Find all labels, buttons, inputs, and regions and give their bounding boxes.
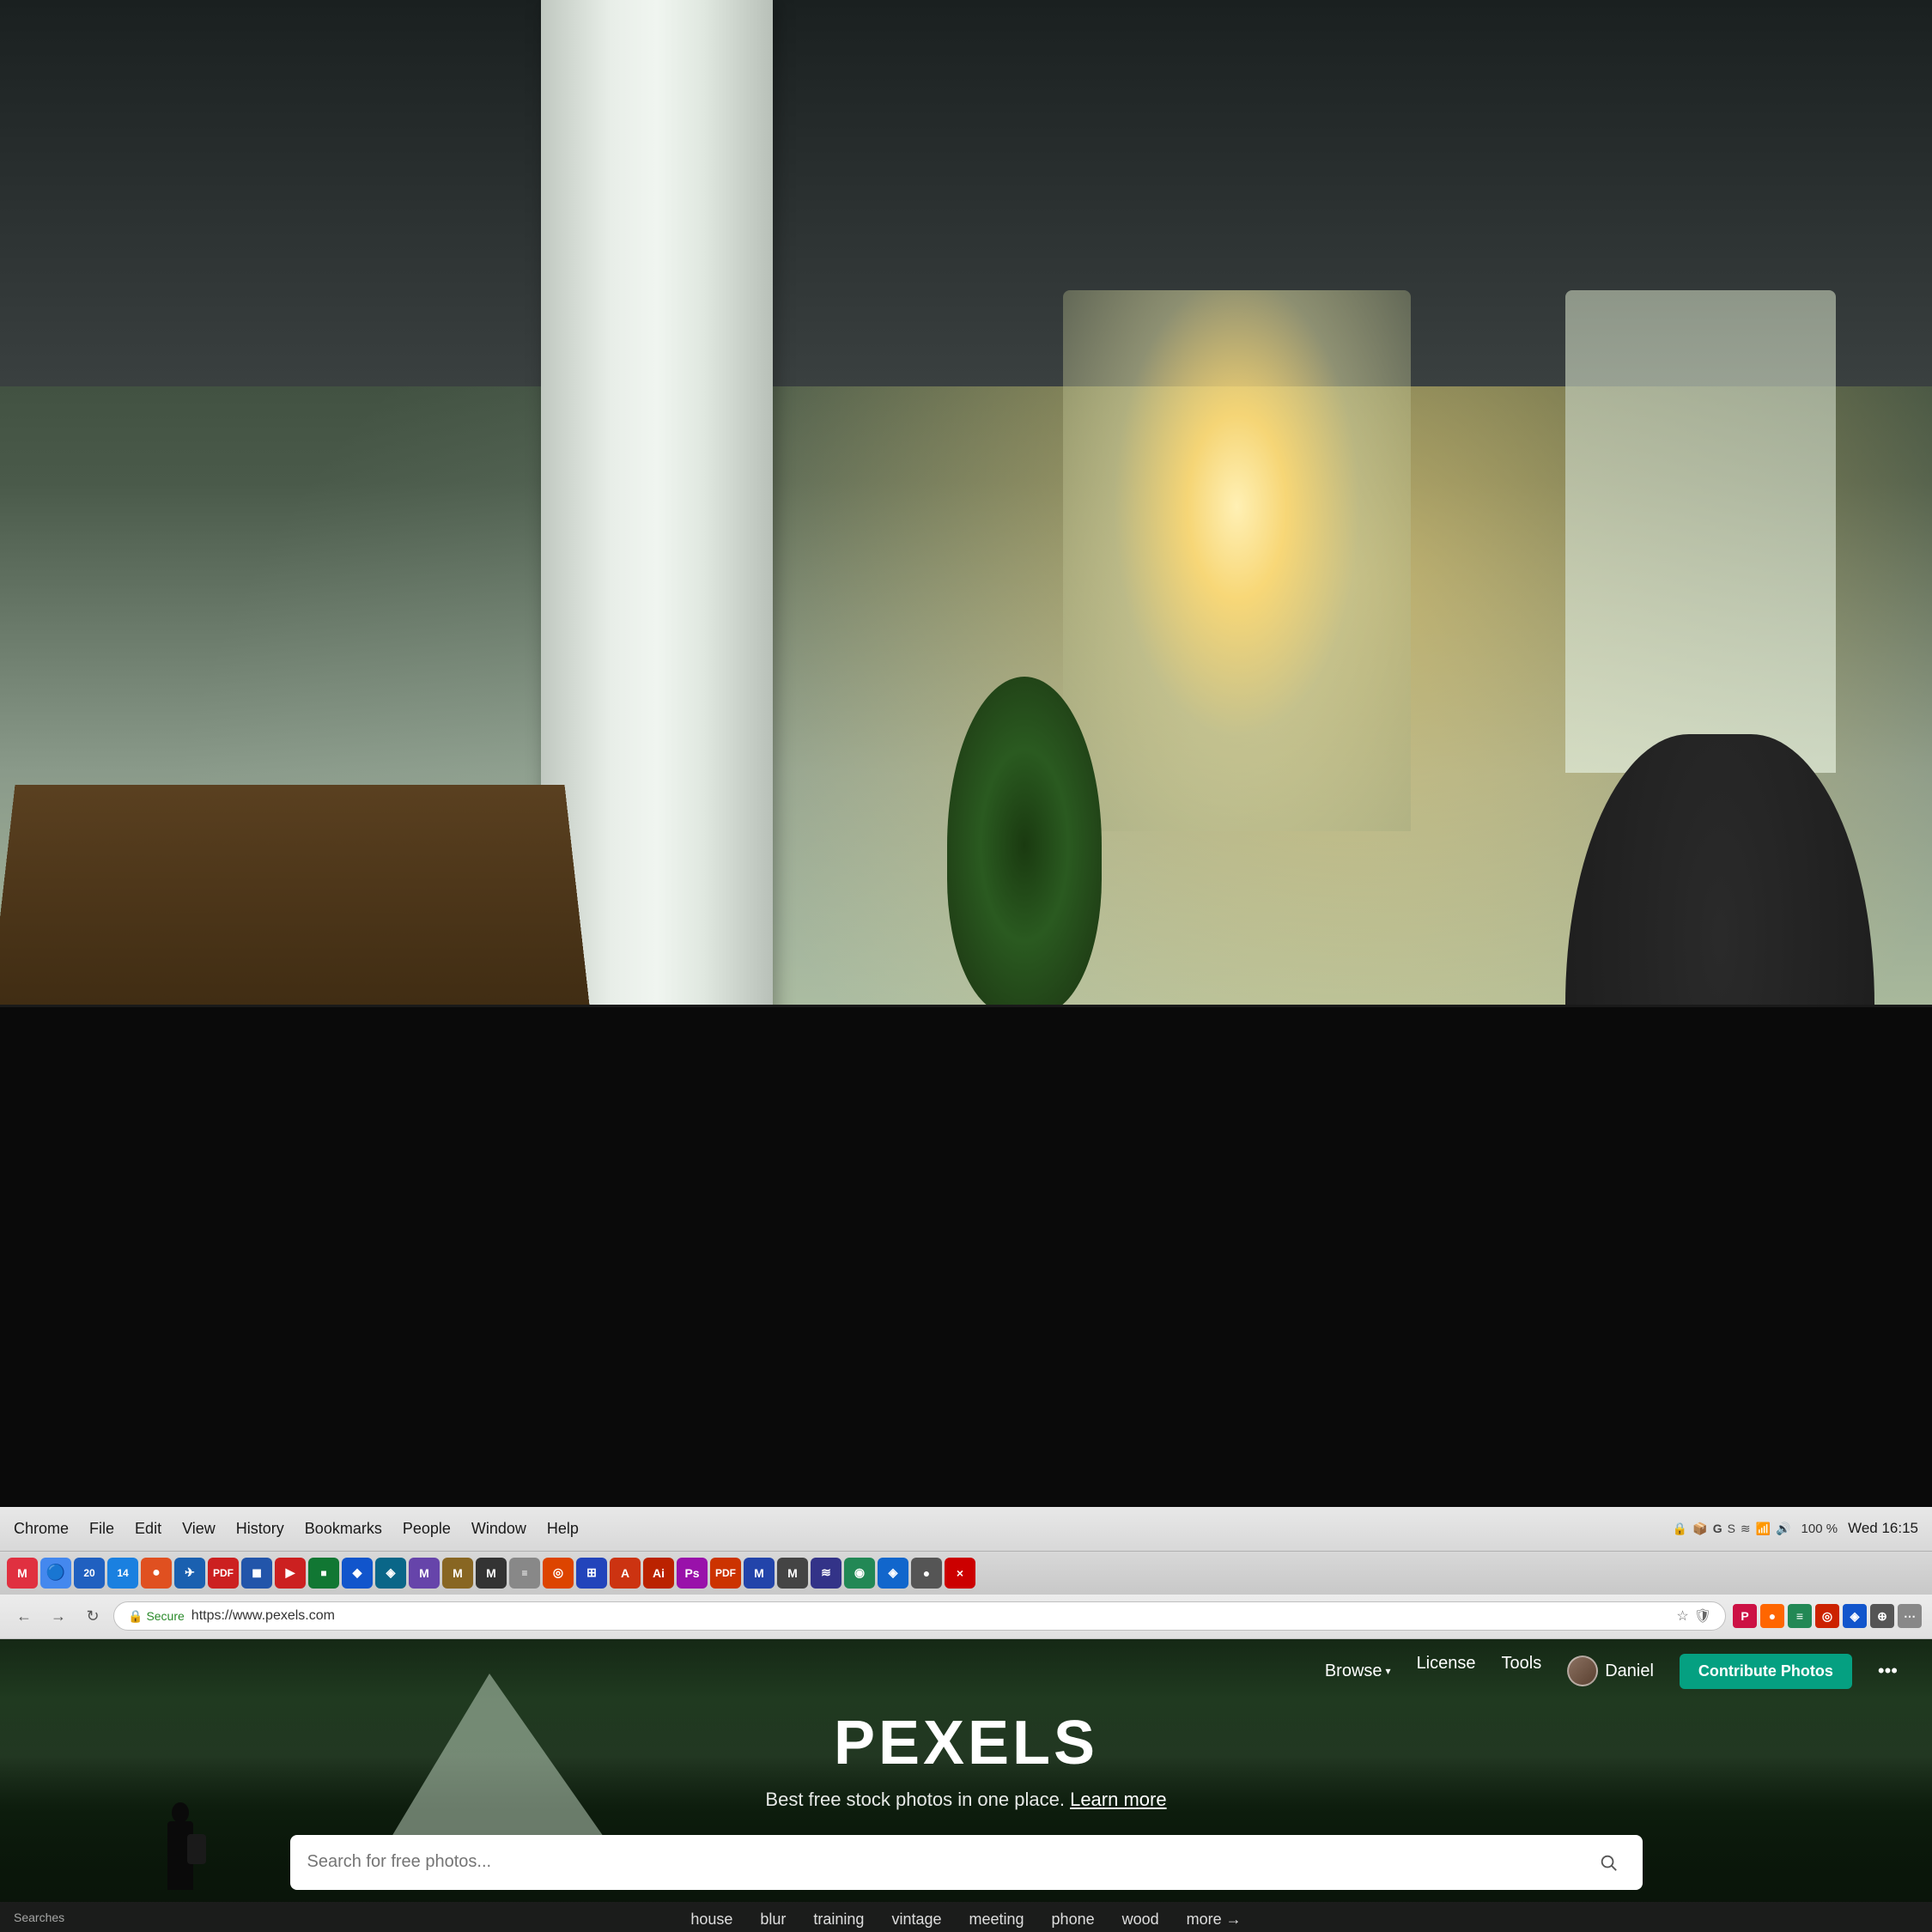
user-name: Daniel — [1605, 1662, 1654, 1681]
tools-nav-link[interactable]: Tools — [1502, 1654, 1542, 1689]
menu-people[interactable]: People — [403, 1520, 451, 1538]
pexels-tagline: Best free stock photos in one place. Lea… — [765, 1789, 1166, 1811]
suggestion-phone[interactable]: phone — [1045, 1907, 1102, 1932]
suggestion-meeting[interactable]: meeting — [963, 1907, 1031, 1932]
secure-indicator: 🔒 Secure — [128, 1609, 185, 1624]
menu-history[interactable]: History — [236, 1520, 284, 1538]
app18-icon[interactable]: ⊞ — [576, 1558, 607, 1589]
back-button[interactable]: ← — [10, 1602, 38, 1630]
menu-edit[interactable]: Edit — [135, 1520, 161, 1538]
contribute-photos-button[interactable]: Contribute Photos — [1680, 1654, 1852, 1689]
suggestion-vintage[interactable]: vintage — [884, 1907, 948, 1932]
menu-chrome[interactable]: Chrome — [14, 1520, 69, 1538]
app15-icon[interactable]: M — [476, 1558, 507, 1589]
battery-indicator: 100 % — [1801, 1522, 1838, 1536]
app21-icon[interactable]: Ps — [677, 1558, 708, 1589]
menu-bookmarks[interactable]: Bookmarks — [305, 1520, 382, 1538]
suggestion-wood[interactable]: wood — [1115, 1907, 1166, 1932]
gmail-icon[interactable]: M — [7, 1558, 38, 1589]
user-avatar — [1567, 1656, 1598, 1686]
ext-pinterest-icon[interactable]: P — [1733, 1604, 1757, 1628]
menu-view[interactable]: View — [182, 1520, 216, 1538]
suggestion-blur[interactable]: blur — [753, 1907, 793, 1932]
laptop-screen-frame: Chrome File Edit View History Bookmarks … — [0, 1005, 1932, 1932]
extensions-bar: P ● ≡ ◎ ◈ ⊕ ⋯ — [1733, 1604, 1922, 1628]
license-nav-link[interactable]: License — [1417, 1654, 1476, 1689]
macos-menubar: Chrome File Edit View History Bookmarks … — [0, 1507, 1932, 1552]
sheets-icon[interactable]: ■ — [308, 1558, 339, 1589]
app27-icon[interactable]: ◈ — [878, 1558, 908, 1589]
address-right-actions: ☆ 🛡 — [1676, 1607, 1711, 1625]
search-icon — [1599, 1853, 1618, 1872]
user-profile-nav[interactable]: Daniel — [1567, 1654, 1654, 1689]
app26-icon[interactable]: ◉ — [844, 1558, 875, 1589]
search-input[interactable] — [307, 1852, 1581, 1872]
bookmark-star-icon[interactable]: ☆ — [1676, 1607, 1688, 1625]
browse-nav-link[interactable]: Browse ▾ — [1325, 1654, 1391, 1689]
app14-icon[interactable]: M — [442, 1558, 473, 1589]
browse-dropdown-icon: ▾ — [1386, 1665, 1391, 1677]
telegram-icon[interactable]: ✈ — [174, 1558, 205, 1589]
app12-icon[interactable]: ◈ — [375, 1558, 406, 1589]
reload-button[interactable]: ↻ — [79, 1602, 106, 1630]
suggestion-training[interactable]: training — [806, 1907, 871, 1932]
pexels-nav-links: Browse ▾ License Tools Daniel Contribute… — [1325, 1654, 1898, 1689]
search-submit-button[interactable] — [1591, 1845, 1625, 1880]
system-tray-icons: 🔒 📦 G S ≋ 📶 🔊 — [1673, 1522, 1791, 1536]
clock: Wed 16:15 — [1848, 1520, 1918, 1537]
forward-button[interactable]: → — [45, 1602, 72, 1630]
calendar2-icon[interactable]: 14 — [107, 1558, 138, 1589]
lock-icon: 🔒 — [128, 1609, 143, 1624]
menu-window[interactable]: Window — [471, 1520, 526, 1538]
ext-3-icon[interactable]: ≡ — [1788, 1604, 1812, 1628]
macos-status-area: 🔒 📦 G S ≋ 📶 🔊 100 % Wed 16:15 — [1673, 1520, 1918, 1537]
pexels-hero-section: PEXELS Best free stock photos in one pla… — [0, 1708, 1932, 1932]
app24-icon[interactable]: M — [777, 1558, 808, 1589]
app16-icon[interactable]: ≡ — [509, 1558, 540, 1589]
url-bar[interactable]: 🔒 Secure https://www.pexels.com ☆ 🛡 — [113, 1601, 1726, 1631]
suggestion-more[interactable]: more → — [1180, 1907, 1249, 1932]
secure-label: Secure — [146, 1609, 184, 1623]
search-suggestions: house blur training vintage meeting phon… — [683, 1907, 1248, 1932]
menu-file[interactable]: File — [89, 1520, 114, 1538]
app-icons-row: M 🔵 20 14 ● ✈ PDF ◼ ▶ — [0, 1552, 1932, 1595]
macos-menu-items: Chrome File Edit View History Bookmarks … — [14, 1520, 579, 1538]
app5-icon[interactable]: ● — [141, 1558, 172, 1589]
office-window-right — [1565, 290, 1836, 774]
pexels-search-bar[interactable] — [290, 1835, 1643, 1890]
more-extensions-btn[interactable]: ⋯ — [1898, 1604, 1922, 1628]
app25-icon[interactable]: ≋ — [811, 1558, 841, 1589]
ext-4-icon[interactable]: ◎ — [1815, 1604, 1839, 1628]
app17-icon[interactable]: ◎ — [543, 1558, 574, 1589]
pexels-website: Browse ▾ License Tools Daniel Contribute… — [0, 1639, 1932, 1932]
ext-5-icon[interactable]: ◈ — [1843, 1604, 1867, 1628]
app22-icon[interactable]: PDF — [710, 1558, 741, 1589]
url-text[interactable]: https://www.pexels.com — [191, 1608, 335, 1624]
screen-content: Chrome File Edit View History Bookmarks … — [0, 1507, 1932, 1932]
app8-icon[interactable]: ◼ — [241, 1558, 272, 1589]
app11-icon[interactable]: ◆ — [342, 1558, 373, 1589]
app20-icon[interactable]: Ai — [643, 1558, 674, 1589]
ext-6-icon[interactable]: ⊕ — [1870, 1604, 1894, 1628]
menu-help[interactable]: Help — [547, 1520, 579, 1538]
calendar-icon[interactable]: 20 — [74, 1558, 105, 1589]
app23-icon[interactable]: M — [744, 1558, 775, 1589]
pexels-logo: PEXELS — [834, 1708, 1098, 1778]
app19-icon[interactable]: A — [610, 1558, 641, 1589]
suggestion-house[interactable]: house — [683, 1907, 739, 1932]
plant-leaves — [947, 677, 1102, 1015]
pdf-icon[interactable]: PDF — [208, 1558, 239, 1589]
app28-icon[interactable]: ● — [911, 1558, 942, 1589]
shield-icon: 🛡 — [1694, 1607, 1711, 1625]
more-options-icon[interactable]: ••• — [1878, 1654, 1898, 1689]
close-tab-btn[interactable]: × — [945, 1558, 975, 1589]
app13-icon[interactable]: M — [409, 1558, 440, 1589]
learn-more-link[interactable]: Learn more — [1070, 1789, 1167, 1810]
ext-2-icon[interactable]: ● — [1760, 1604, 1784, 1628]
chrome-addressbar: ← → ↻ 🔒 Secure https://www.pexels.com ☆ … — [0, 1595, 1932, 1639]
pexels-navbar: Browse ▾ License Tools Daniel Contribute… — [0, 1639, 1932, 1704]
youtube-icon[interactable]: ▶ — [275, 1558, 306, 1589]
chrome-icon[interactable]: 🔵 — [40, 1558, 71, 1589]
